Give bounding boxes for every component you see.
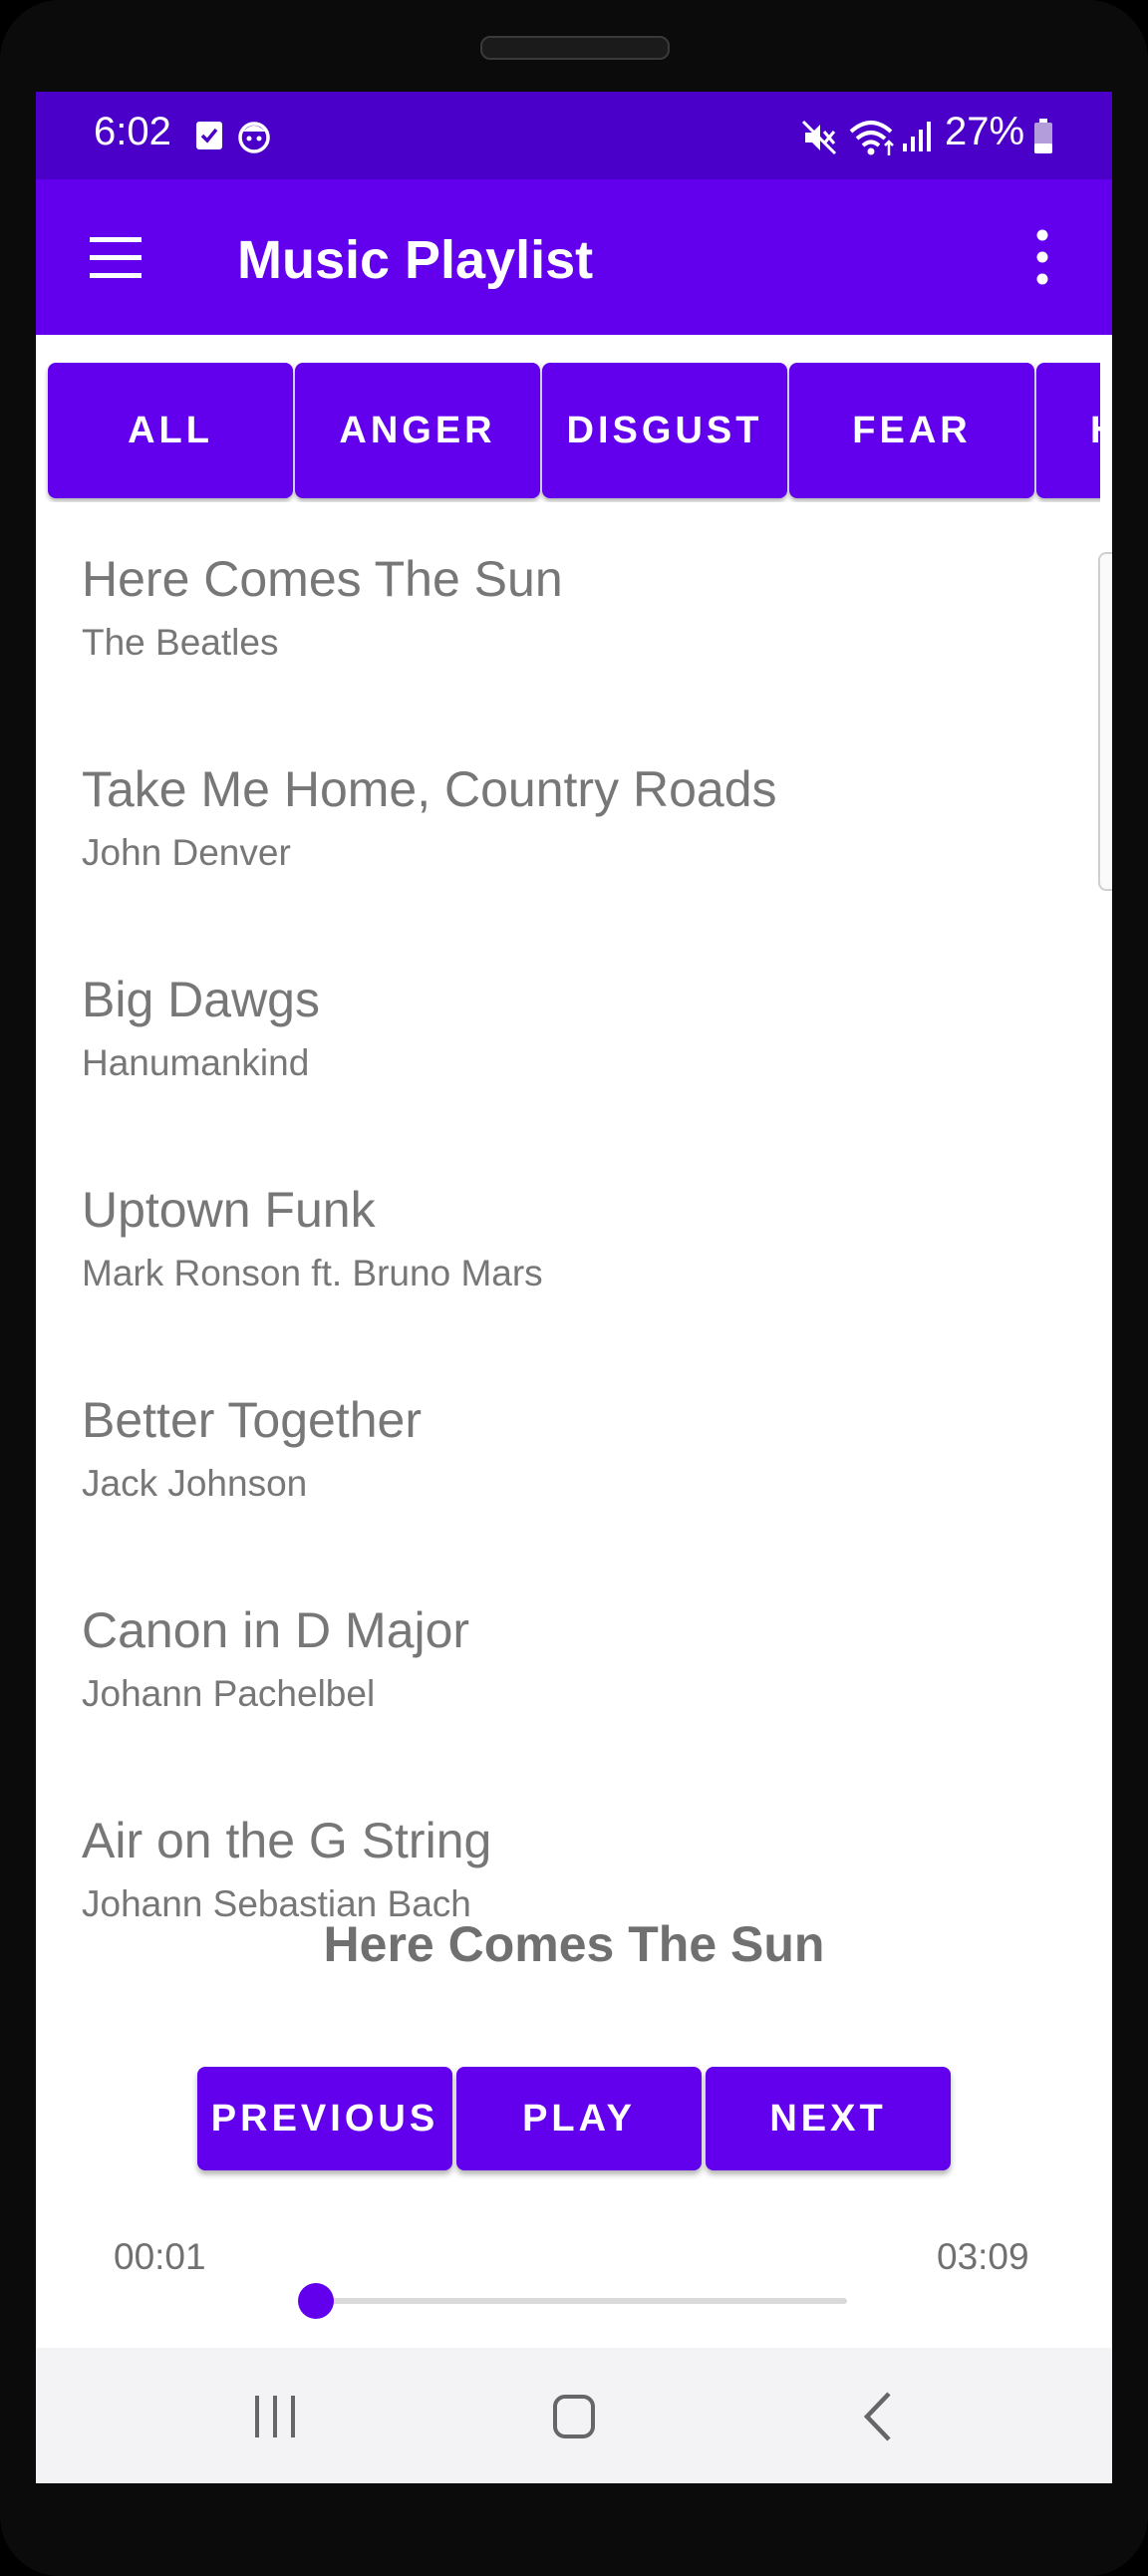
app-bar: Music Playlist [36,179,1112,335]
song-artist: John Denver [82,832,291,873]
song-list-item[interactable]: Here Comes The Sun The Beatles [36,522,1072,731]
next-button[interactable]: NEXT [706,2067,951,2170]
song-list-item[interactable]: Canon in D Major Johann Pachelbel [36,1574,1072,1783]
song-artist: The Beatles [82,622,279,663]
app-title: Music Playlist [237,230,594,290]
filter-disgust-button[interactable]: DISGUST [542,363,787,498]
song-list-item[interactable]: Better Together Jack Johnson [36,1363,1072,1573]
song-title: Canon in D Major [82,1602,470,1658]
more-vert-icon[interactable] [1022,219,1062,295]
song-artist: Johann Pachelbel [82,1673,376,1714]
emotion-filter-row: ALL ANGER DISGUST FEAR H [36,363,1100,502]
song-title: Uptown Funk [82,1182,376,1238]
song-list-item[interactable]: Uptown Funk Mark Ronson ft. Bruno Mars [36,1153,1072,1362]
status-bar: 6:02 27% [36,92,1112,179]
play-button[interactable]: PLAY [456,2067,702,2170]
song-title: Big Dawgs [82,972,320,1027]
battery-percentage: 27% [945,110,1025,153]
song-title: Take Me Home, Country Roads [82,761,777,817]
elapsed-time: 00:01 [114,2236,206,2277]
filter-anger-button[interactable]: ANGER [295,363,540,498]
seek-bar-thumb[interactable] [297,2283,334,2319]
song-list-item[interactable]: Take Me Home, Country Roads John Denver [36,732,1072,942]
back-icon[interactable] [839,2382,919,2451]
phone-speaker [480,36,670,60]
previous-button[interactable]: PREVIOUS [197,2067,452,2170]
song-title: Air on the G String [82,1813,492,1868]
song-artist: Mark Ronson ft. Bruno Mars [82,1253,543,1293]
face-notification-icon [238,122,270,153]
filter-all-button[interactable]: ALL [48,363,293,498]
song-artist: Hanumankind [82,1042,310,1083]
mute-icon [801,120,837,155]
now-playing-title: Here Comes The Sun [323,1916,825,1972]
song-title: Better Together [82,1392,422,1448]
navigation-bar [36,2348,1112,2483]
wifi-icon [849,121,894,155]
list-scrollbar[interactable] [1098,552,1112,891]
checkbox-notification-icon [196,122,222,149]
filter-partial-button[interactable]: H [1036,363,1100,498]
recent-apps-icon[interactable] [235,2382,315,2451]
song-list-item[interactable]: Big Dawgs Hanumankind [36,943,1072,1152]
filter-fear-button[interactable]: FEAR [789,363,1034,498]
signal-icon [903,122,931,151]
hamburger-menu-icon[interactable] [76,223,147,291]
song-title: Here Comes The Sun [82,551,563,607]
status-time: 6:02 [94,110,171,153]
total-time: 03:09 [937,2236,1029,2277]
battery-icon [1034,119,1052,153]
song-artist: Jack Johnson [82,1463,308,1504]
seek-bar[interactable] [313,2298,847,2304]
home-icon[interactable] [534,2382,614,2451]
device-screen: 6:02 27% Music Playlist ALL ANGER DISGUS… [36,92,1112,2483]
